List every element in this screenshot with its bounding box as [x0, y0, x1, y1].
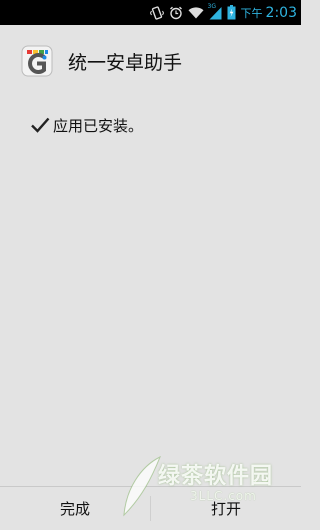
- check-icon: [30, 116, 50, 134]
- status-time-ampm: 下午: [240, 6, 263, 20]
- install-status-text: 应用已安装。: [53, 116, 144, 135]
- app-header: 统一安卓助手: [0, 25, 301, 97]
- signal-icon: 3G: [207, 2, 222, 20]
- install-status-message: 应用已安装。: [30, 113, 143, 137]
- bottom-button-bar: 完成 打开: [0, 486, 301, 530]
- status-time: 2:03: [265, 4, 297, 21]
- vibrate-icon: [149, 5, 164, 20]
- open-button[interactable]: 打开: [151, 487, 301, 530]
- status-bar: 3G 下午 2:03: [0, 0, 301, 25]
- wifi-icon: [188, 6, 204, 19]
- app-logo-icon: [20, 44, 54, 78]
- app-title: 统一安卓助手: [68, 51, 183, 74]
- battery-icon: [227, 5, 236, 20]
- alarm-icon: [169, 6, 183, 20]
- done-button[interactable]: 完成: [0, 487, 150, 530]
- network-type-label: 3G: [207, 2, 217, 10]
